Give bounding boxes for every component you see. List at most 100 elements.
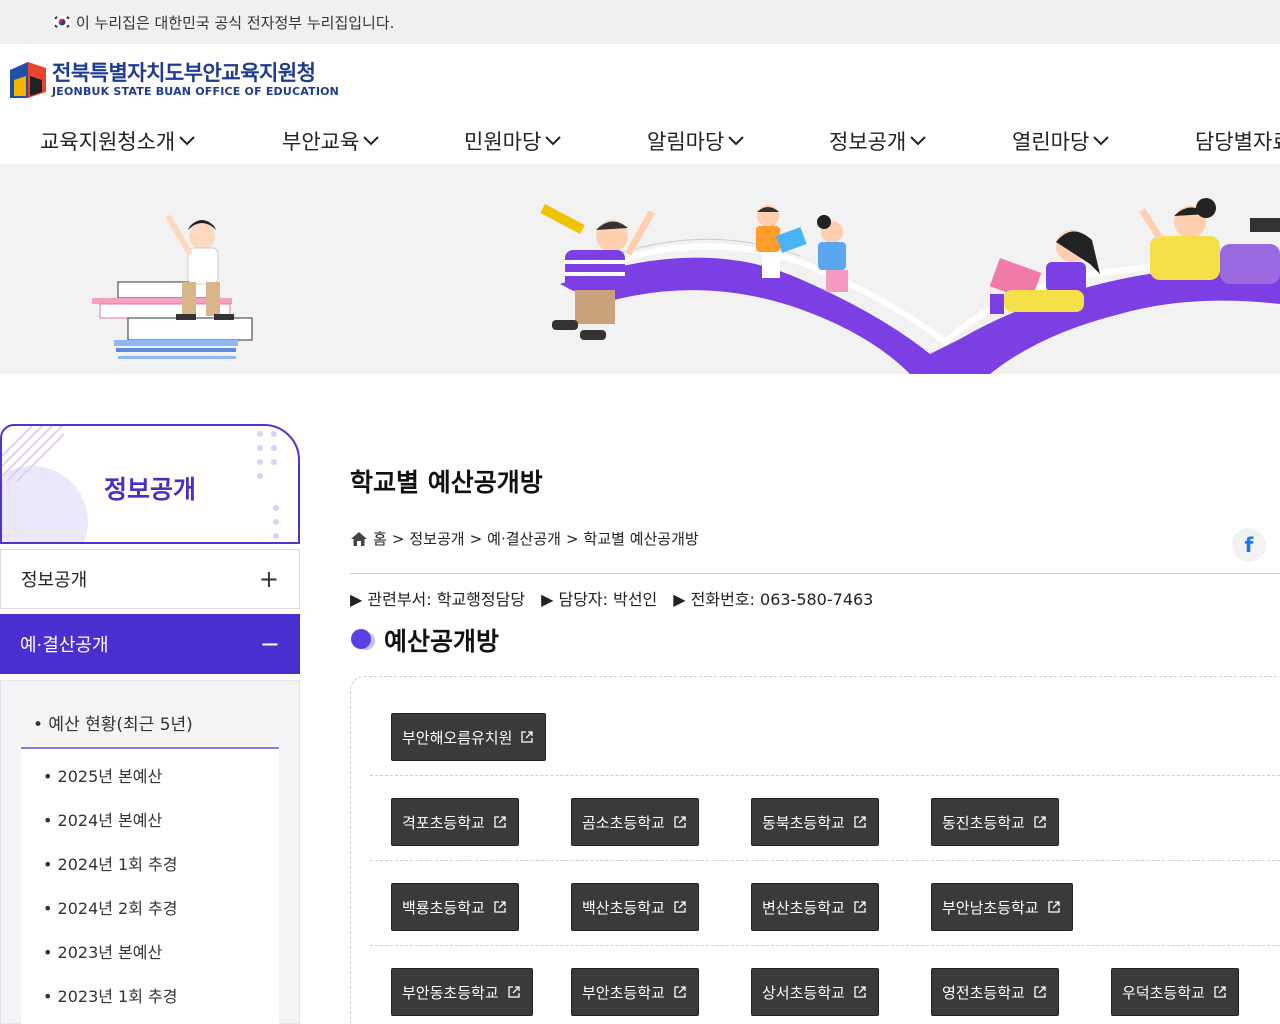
submenu-item[interactable]: • 2024년 본예산 bbox=[43, 807, 162, 831]
school-name: 부안남초등학교 bbox=[942, 898, 1039, 917]
breadcrumb-separator: > bbox=[469, 529, 483, 548]
external-link-icon bbox=[854, 816, 866, 828]
nav-label: 열린마당 bbox=[1012, 130, 1090, 154]
facebook-icon: f bbox=[1244, 533, 1254, 557]
school-name: 상서초등학교 bbox=[762, 983, 845, 1002]
school-name: 부안해오름유치원 bbox=[402, 728, 513, 747]
nav-label: 민원마당 bbox=[464, 130, 542, 154]
submenu-list: • 2025년 본예산 • 2024년 본예산 • 2024년 1회 추경 • … bbox=[21, 749, 279, 1024]
external-link-icon bbox=[1214, 986, 1226, 998]
content-meta: ▶ 관련부서: 학교행정담당 ▶ 담당자: 박선인 ▶ 전화번호: 063-58… bbox=[350, 586, 889, 610]
school-link-button[interactable]: 부안해오름유치원 bbox=[391, 713, 546, 761]
section-title: 예산공개방 bbox=[384, 627, 500, 656]
content-divider bbox=[350, 573, 1280, 574]
external-link-icon bbox=[521, 731, 534, 743]
page-title: 학교별 예산공개방 bbox=[350, 468, 543, 497]
external-link-icon bbox=[494, 816, 506, 828]
breadcrumb-item[interactable]: 예·결산공개 bbox=[487, 528, 561, 549]
facebook-share-button[interactable]: f bbox=[1232, 528, 1266, 562]
external-link-icon bbox=[854, 986, 866, 998]
home-icon[interactable] bbox=[350, 531, 368, 547]
sidebar-title: 정보공개 bbox=[103, 475, 196, 504]
submenu-item[interactable]: • 2024년 1회 추경 bbox=[43, 851, 177, 875]
main-navigation: 교육지원청소개 부안교육 민원마당 알림마당 정보공개 열린마당 담당별자료 bbox=[0, 126, 1280, 164]
chevron-down-icon bbox=[363, 136, 379, 146]
school-name: 영전초등학교 bbox=[942, 983, 1025, 1002]
school-name: 곰소초등학교 bbox=[582, 813, 665, 832]
nav-item-intro[interactable]: 교육지원청소개 bbox=[40, 126, 196, 156]
nav-label: 부안교육 bbox=[282, 130, 360, 154]
submenu-item[interactable]: • 2024년 2회 추경 bbox=[43, 895, 177, 919]
submenu-item[interactable]: • 2025년 본예산 bbox=[43, 763, 162, 787]
school-link-button[interactable]: 백산초등학교 bbox=[571, 883, 699, 931]
nav-item-notice[interactable]: 알림마당 bbox=[647, 126, 745, 156]
school-link-button[interactable]: 변산초등학교 bbox=[751, 883, 879, 931]
nav-item-info-disclosure[interactable]: 정보공개 bbox=[829, 126, 927, 156]
sidebar-item-label: 정보공개 bbox=[21, 570, 88, 591]
school-link-button[interactable]: 동북초등학교 bbox=[751, 798, 879, 846]
logo-korean-name: 전북특별자치도부안교육지원청 bbox=[52, 61, 316, 85]
bullet-dot-icon bbox=[351, 629, 375, 650]
sidebar-item-info-disclosure[interactable]: 정보공개 + bbox=[0, 549, 300, 609]
school-link-button[interactable]: 상서초등학교 bbox=[751, 968, 879, 1016]
school-link-button[interactable]: 영전초등학교 bbox=[931, 968, 1059, 1016]
submenu-item[interactable]: • 2023년 1회 추경 bbox=[43, 983, 177, 1007]
sidebar-title-box: 정보공개 bbox=[0, 424, 300, 544]
external-link-icon bbox=[674, 816, 686, 828]
row-separator bbox=[370, 860, 1280, 861]
school-name: 우덕초등학교 bbox=[1122, 983, 1205, 1002]
external-link-icon bbox=[1047, 901, 1060, 913]
school-link-button[interactable]: 우덕초등학교 bbox=[1111, 968, 1239, 1016]
logo-english-name: JEONBUK STATE BUAN OFFICE OF EDUCATION bbox=[52, 85, 340, 98]
nav-label: 알림마당 bbox=[647, 130, 725, 154]
gov-banner: 이 누리집은 대한민국 공식 전자정부 누리집입니다. bbox=[0, 0, 1280, 44]
school-name: 격포초등학교 bbox=[402, 813, 485, 832]
sidebar-item-label: 예·결산공개 bbox=[20, 635, 109, 656]
school-name: 동북초등학교 bbox=[762, 813, 845, 832]
school-link-button[interactable]: 부안남초등학교 bbox=[931, 883, 1073, 931]
meta-manager: ▶ 담당자: 박선인 bbox=[541, 590, 658, 609]
girl-waving-illustration bbox=[1139, 198, 1280, 284]
school-link-button[interactable]: 동진초등학교 bbox=[931, 798, 1059, 846]
breadcrumb-separator: > bbox=[391, 529, 405, 548]
sidebar-submenu: • 예산 현황(최근 5년) • 2025년 본예산 • 2024년 본예산 •… bbox=[0, 680, 300, 1024]
school-name: 동진초등학교 bbox=[942, 813, 1025, 832]
school-link-button[interactable]: 백룡초등학교 bbox=[391, 883, 519, 931]
school-name: 부안초등학교 bbox=[582, 983, 665, 1002]
submenu-budget-status[interactable]: • 예산 현황(최근 5년) bbox=[21, 703, 279, 749]
meta-department: ▶ 관련부서: 학교행정담당 bbox=[350, 590, 526, 609]
school-name: 백룡초등학교 bbox=[402, 898, 485, 917]
nav-item-civil[interactable]: 민원마당 bbox=[464, 126, 562, 156]
books-stack-illustration bbox=[92, 281, 253, 359]
chevron-down-icon bbox=[910, 136, 926, 146]
submenu-item[interactable]: • 2023년 본예산 bbox=[43, 939, 162, 963]
chevron-down-icon bbox=[728, 136, 744, 146]
gov-banner-text: 이 누리집은 대한민국 공식 전자정부 누리집입니다. bbox=[76, 13, 395, 32]
school-name: 백산초등학교 bbox=[582, 898, 665, 917]
nav-item-resources[interactable]: 담당별자료 bbox=[1195, 126, 1280, 156]
external-link-icon bbox=[854, 901, 866, 913]
school-link-button[interactable]: 부안동초등학교 bbox=[391, 968, 533, 1016]
logo-mark-icon bbox=[10, 62, 46, 98]
section-heading: 예산공개방 bbox=[350, 622, 499, 658]
breadcrumb-separator: > bbox=[565, 529, 579, 548]
sidebar-item-budget-disclosure[interactable]: 예·결산공개 − bbox=[0, 614, 300, 674]
korean-flag-icon bbox=[52, 15, 72, 29]
chevron-down-icon bbox=[545, 136, 561, 146]
breadcrumb-home[interactable]: 홈 bbox=[373, 528, 387, 549]
breadcrumb-item[interactable]: 정보공개 bbox=[409, 528, 464, 549]
site-logo[interactable]: 전북특별자치도부안교육지원청 JEONBUK STATE BUAN OFFICE… bbox=[8, 58, 339, 102]
nav-item-buan-education[interactable]: 부안교육 bbox=[282, 126, 380, 156]
row-separator bbox=[370, 775, 1280, 776]
banner-illustration bbox=[92, 198, 1280, 374]
plus-icon: + bbox=[258, 565, 279, 593]
breadcrumb: 홈 > 정보공개 > 예·결산공개 > 학교별 예산공개방 bbox=[350, 528, 704, 549]
school-link-button[interactable]: 격포초등학교 bbox=[391, 798, 519, 846]
breadcrumb-current: 학교별 예산공개방 bbox=[583, 530, 699, 548]
school-link-button[interactable]: 곰소초등학교 bbox=[571, 798, 699, 846]
school-name: 부안동초등학교 bbox=[402, 983, 499, 1002]
school-link-button[interactable]: 부안초등학교 bbox=[571, 968, 699, 1016]
external-link-icon bbox=[1034, 986, 1046, 998]
external-link-icon bbox=[507, 986, 520, 998]
nav-item-open[interactable]: 열린마당 bbox=[1012, 126, 1110, 156]
